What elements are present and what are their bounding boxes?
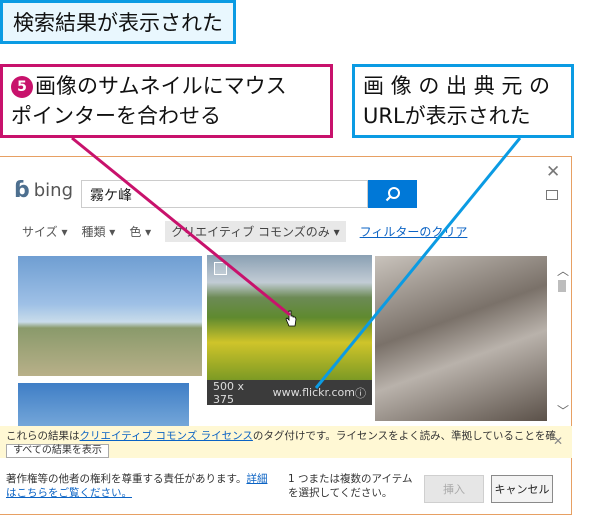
filter-creative-commons[interactable]: クリエイティブ コモンズのみ ▾ xyxy=(165,220,346,242)
image-results-grid: 500 x 375 www.flickr.com ⓘ xyxy=(0,250,548,426)
filter-color[interactable]: 色 ▾ xyxy=(129,223,151,240)
creative-commons-link[interactable]: クリエイティブ コモンズ ライセンス xyxy=(80,430,253,442)
scroll-up-icon[interactable]: ︿ xyxy=(557,262,569,279)
callout-results-shown: 検索結果が表示された xyxy=(0,0,236,44)
select-checkbox[interactable] xyxy=(214,262,227,275)
filter-bar: サイズ ▾ 種類 ▾ 色 ▾ クリエイティブ コモンズのみ ▾ フィルターのクリ… xyxy=(22,220,481,242)
step-number-badge: 5 xyxy=(11,76,33,98)
search-input[interactable]: 霧ケ峰 xyxy=(81,180,368,208)
image-source-link[interactable]: www.flickr.com xyxy=(273,386,355,399)
filter-type[interactable]: 種類 ▾ xyxy=(81,223,115,240)
cancel-button[interactable]: キャンセル xyxy=(491,475,553,503)
bing-wordmark: bing xyxy=(33,180,74,201)
footer-responsibility: 著作権等の他者の権利を尊重する責任があります。 xyxy=(6,473,247,485)
filter-size[interactable]: サイズ ▾ xyxy=(22,223,67,240)
footer-rights-text: 著作権等の他者の権利を尊重する責任があります。詳細はこちらをご覧ください。 xyxy=(6,472,268,500)
hand-cursor-icon xyxy=(285,310,297,327)
notice-text-before: これらの結果は xyxy=(6,430,80,442)
callout-pink-line2: ポインターを合わせる xyxy=(11,104,221,128)
scrollbar-thumb[interactable] xyxy=(558,280,566,292)
image-size-text: 500 x 375 xyxy=(213,379,245,406)
clear-filter-link[interactable]: フィルターのクリア xyxy=(360,223,468,240)
show-all-results-button[interactable]: すべての結果を表示 xyxy=(6,444,109,458)
callout-blue-line1: 画 像 の 出 典 元 の xyxy=(363,74,551,98)
bing-b-icon: ɓ xyxy=(14,178,30,203)
image-info-bar: 500 x 375 www.flickr.com ⓘ xyxy=(207,379,372,406)
info-icon[interactable]: ⓘ xyxy=(355,385,366,401)
bing-logo: ɓ bing xyxy=(14,178,73,203)
close-icon[interactable]: ✕ xyxy=(546,162,560,182)
notice-close-icon[interactable]: ✕ xyxy=(553,434,563,448)
feedback-icon[interactable] xyxy=(546,190,558,200)
search-icon xyxy=(385,187,400,202)
result-image-sky[interactable] xyxy=(18,383,189,426)
selection-note: 1 つまたは複数のアイテムを選択してください。 xyxy=(288,473,413,499)
insert-button[interactable]: 挿入 xyxy=(424,475,484,503)
result-image-plateau[interactable] xyxy=(18,256,202,376)
result-image-snow-forest[interactable] xyxy=(375,256,547,421)
callout-top-text: 検索結果が表示された xyxy=(13,11,223,35)
callout-hover-instruction: 5 画像のサムネイルにマウス ポインターを合わせる xyxy=(0,64,333,138)
result-image-hovered[interactable]: 500 x 375 www.flickr.com ⓘ xyxy=(207,255,372,406)
callout-url-shown: 画 像 の 出 典 元 の URLが表示された xyxy=(352,64,574,138)
scroll-down-icon[interactable]: ﹀ xyxy=(557,402,569,419)
callout-blue-line2: URLが表示された xyxy=(363,104,531,128)
search-button[interactable] xyxy=(368,180,417,208)
callout-pink-line1: 画像のサムネイルにマウス xyxy=(35,74,287,98)
